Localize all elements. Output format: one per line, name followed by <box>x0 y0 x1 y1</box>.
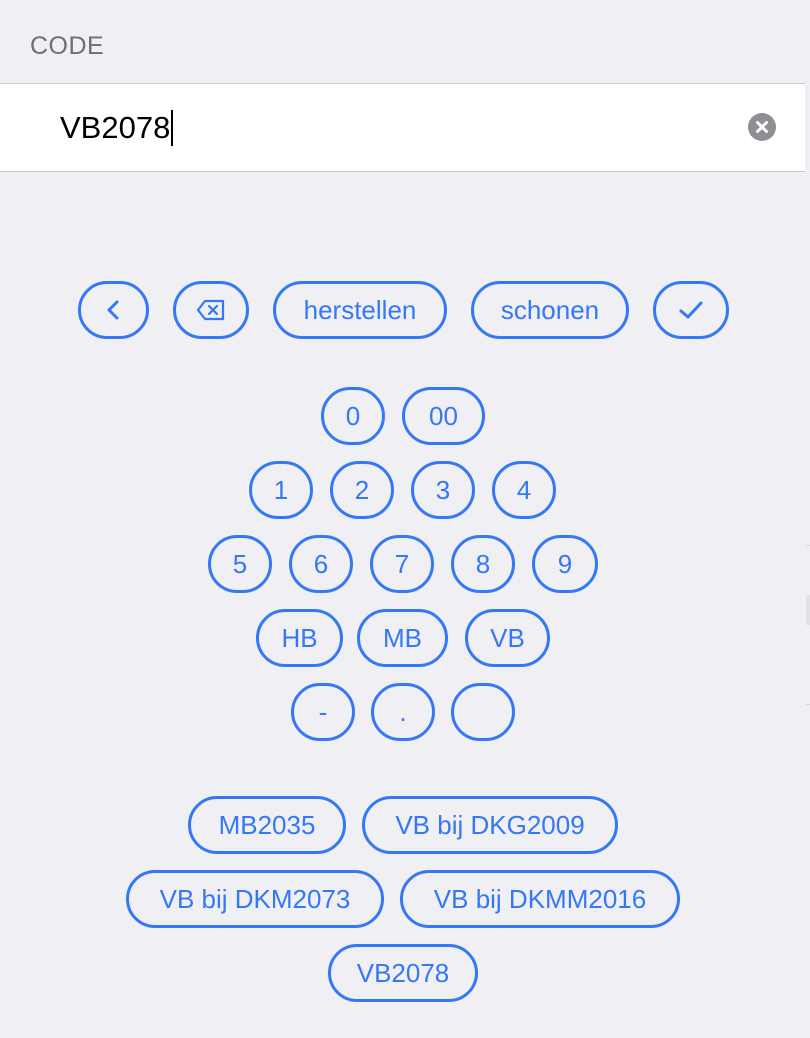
key-3[interactable]: 3 <box>411 461 475 519</box>
confirm-button[interactable] <box>653 281 729 339</box>
back-button[interactable] <box>78 281 149 339</box>
suggestion-chip[interactable]: MB2035 <box>188 796 346 854</box>
key-mb[interactable]: MB <box>357 609 448 667</box>
suggestion-chip[interactable]: VB bij DKMM2016 <box>400 870 680 928</box>
key-vb[interactable]: VB <box>465 609 550 667</box>
key-0[interactable]: 0 <box>321 387 385 445</box>
key-dash[interactable]: - <box>291 683 355 741</box>
code-input[interactable]: VB2078 <box>60 110 174 146</box>
backspace-icon <box>196 299 225 321</box>
key-1[interactable]: 1 <box>249 461 313 519</box>
divider <box>806 704 810 705</box>
clear-x-icon <box>756 121 768 133</box>
clear-field-button[interactable] <box>748 113 776 141</box>
key-8[interactable]: 8 <box>451 535 515 593</box>
clean-button[interactable]: schonen <box>471 281 629 339</box>
key-4[interactable]: 4 <box>492 461 556 519</box>
suggestion-chip[interactable]: VB bij DKG2009 <box>362 796 618 854</box>
code-section-label: CODE <box>30 32 105 60</box>
suggestion-chip[interactable]: VB bij DKM2073 <box>126 870 384 928</box>
suggestion-chip[interactable]: VB2078 <box>328 944 478 1002</box>
divider <box>806 545 810 546</box>
code-field-row[interactable]: VB2078 <box>0 83 805 172</box>
key-00[interactable]: 00 <box>402 387 485 445</box>
checkmark-icon <box>679 301 703 319</box>
key-6[interactable]: 6 <box>289 535 353 593</box>
key-7[interactable]: 7 <box>370 535 434 593</box>
text-caret <box>171 110 174 146</box>
key-space[interactable] <box>451 683 515 741</box>
key-2[interactable]: 2 <box>330 461 394 519</box>
code-input-value: VB2078 <box>60 110 171 145</box>
chevron-left-icon <box>107 300 118 320</box>
backspace-button[interactable] <box>173 281 249 339</box>
key-dot[interactable]: . <box>371 683 435 741</box>
reset-button[interactable]: herstellen <box>273 281 447 339</box>
key-hb[interactable]: HB <box>256 609 343 667</box>
divider <box>806 595 810 625</box>
key-9[interactable]: 9 <box>532 535 598 593</box>
key-5[interactable]: 5 <box>208 535 272 593</box>
